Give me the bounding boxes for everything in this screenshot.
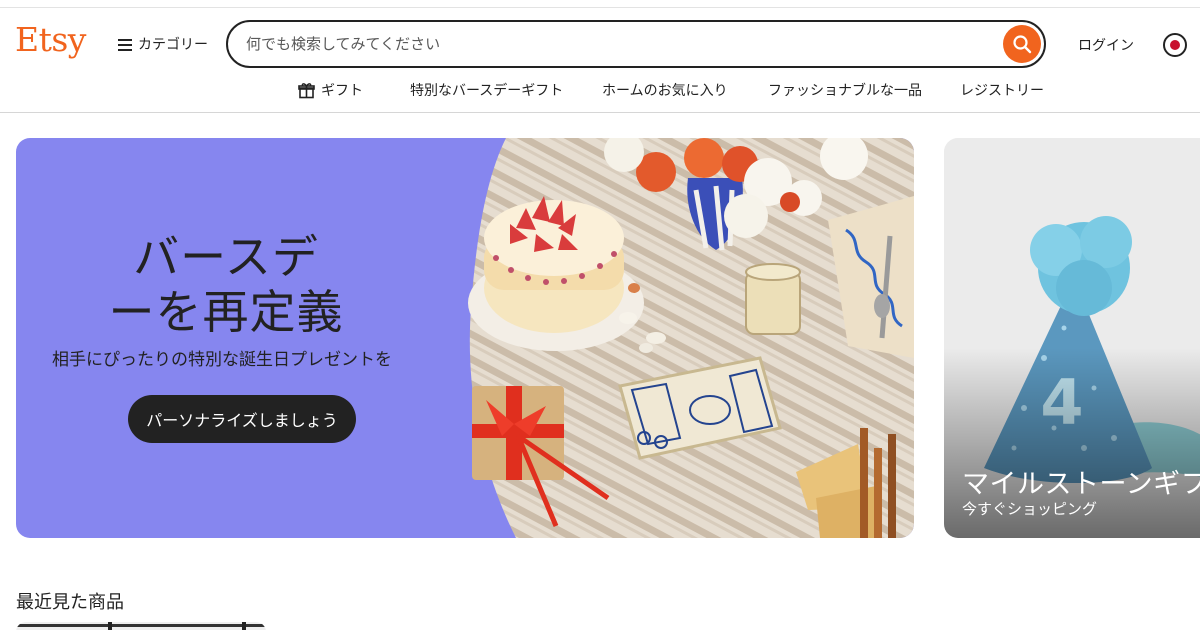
categories-button[interactable]: カテゴリー	[118, 34, 208, 54]
card2-title: マイルストーンギフ	[962, 469, 1200, 500]
search-button[interactable]	[1003, 25, 1041, 63]
categories-label: カテゴリー	[138, 37, 208, 53]
top-border	[0, 0, 1200, 8]
region-icon[interactable]	[1163, 33, 1187, 57]
subnav-item-registry[interactable]: レジストリー	[960, 80, 1044, 100]
login-link[interactable]: ログイン	[1078, 35, 1134, 55]
hero-banner[interactable]: バースデ ーを再定義 相手にぴったりの特別な誕生日プレゼントを パーソナライズし…	[16, 138, 914, 538]
search-icon	[1013, 35, 1032, 54]
recent-item-thumbnail[interactable]	[16, 622, 266, 630]
hero-subtitle: 相手にぴったりの特別な誕生日プレゼントを	[52, 350, 392, 370]
search-input[interactable]	[246, 31, 986, 57]
search-bar	[226, 20, 1046, 68]
hero-title: バースデ ーを再定義	[108, 230, 344, 339]
gift-icon	[298, 82, 315, 98]
sub-navigation: ギフト 特別なバースデーギフト ホームのお気に入り ファッショナブルな一品 レジ…	[0, 78, 1200, 102]
menu-icon	[118, 38, 132, 51]
subnav-item-gifts[interactable]: ギフト	[298, 80, 363, 100]
personalize-button[interactable]: パーソナライズしましょう	[128, 395, 356, 443]
etsy-logo[interactable]: Etsy	[15, 20, 86, 59]
subnav-item-birthday[interactable]: 特別なバースデーギフト	[410, 80, 563, 100]
card2-subtitle: 今すぐショッピング	[962, 500, 1098, 518]
subnav-item-home[interactable]: ホームのお気に入り	[602, 80, 728, 100]
subnav-item-fashion[interactable]: ファッショナブルな一品	[768, 80, 922, 100]
site-header: Etsy カテゴリー ログイン ギフト 特別なバースデーギフト ホームのお気に入…	[0, 8, 1200, 113]
milestone-gift-card[interactable]: 4 マイルストーンギフ 今すぐショッピング	[944, 138, 1200, 538]
recently-viewed-title: 最近見た商品	[16, 592, 124, 613]
